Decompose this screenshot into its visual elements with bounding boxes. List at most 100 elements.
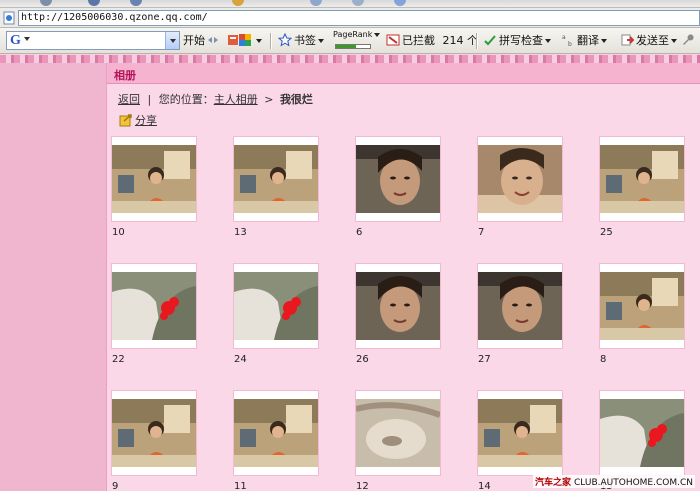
photo-thumbnail[interactable] xyxy=(111,263,197,349)
search-input[interactable]: G xyxy=(6,31,180,50)
popup-blocked-label: 已拦截 xyxy=(402,34,435,47)
spellcheck-icon xyxy=(484,35,496,46)
photo-caption: 24 xyxy=(234,354,247,365)
photo-thumbnail[interactable] xyxy=(233,390,319,476)
photo-thumbnail[interactable] xyxy=(233,136,319,222)
translate-button[interactable]: a b 翻译 xyxy=(561,32,607,50)
photo-thumbnail[interactable] xyxy=(355,263,441,349)
photo-caption: 10 xyxy=(112,227,125,238)
back-link[interactable]: 返回 xyxy=(118,93,140,106)
album-content: 相册 返回 | 您的位置：主人相册 > 我很烂 分享 10 13 6 7 25 22 24 2… xyxy=(106,63,700,491)
photo-caption: 9 xyxy=(112,481,119,491)
toolbar-icon xyxy=(352,0,364,6)
wrench-icon xyxy=(683,34,694,45)
share-icon xyxy=(119,114,132,127)
chevron-down-icon xyxy=(671,39,677,43)
popup-blocker-button[interactable]: 已拦截 214 个 xyxy=(386,32,478,50)
sendto-button[interactable]: 发送至 xyxy=(620,32,677,50)
photo-image xyxy=(234,145,318,213)
start-button[interactable]: 开始 xyxy=(183,32,205,50)
photo-image xyxy=(478,399,562,467)
toolbar-divider xyxy=(270,33,271,49)
toolbar-options-button[interactable] xyxy=(680,32,696,50)
breadcrumb: 返回 | 您的位置：主人相册 > 我很烂 xyxy=(118,91,313,107)
chevron-down-icon xyxy=(24,37,30,41)
photo-caption: 6 xyxy=(356,227,363,238)
photo-thumbnail[interactable] xyxy=(111,136,197,222)
photo-caption: 8 xyxy=(600,354,607,365)
tool-icons xyxy=(206,32,242,50)
popup-blocker-icon xyxy=(386,34,400,46)
photo-thumbnail[interactable] xyxy=(477,263,563,349)
breadcrumb-current: 我很烂 xyxy=(279,93,313,106)
page-left-margin xyxy=(0,55,106,491)
photo-image xyxy=(478,145,562,213)
photo-image xyxy=(600,399,684,467)
photo-image xyxy=(112,272,196,340)
toolbar-icon xyxy=(232,0,244,6)
toolbar-icon xyxy=(310,0,322,6)
watermark: 汽车之家 CLUB.AUTOHOME.COM.CN xyxy=(533,475,695,488)
photo-thumbnail[interactable] xyxy=(111,390,197,476)
pagerank-bar xyxy=(335,44,371,49)
photo-image xyxy=(600,145,684,213)
translate-label: 翻译 xyxy=(577,34,599,47)
popup-blocked-count: 214 个 xyxy=(442,34,479,47)
photo-image xyxy=(234,272,318,340)
apps-menu-button[interactable] xyxy=(238,32,262,50)
photo-caption: 12 xyxy=(356,481,369,491)
photo-image xyxy=(112,399,196,467)
photo-caption: 7 xyxy=(478,227,485,238)
photo-thumbnail[interactable] xyxy=(477,136,563,222)
photo-caption: 22 xyxy=(112,354,125,365)
breadcrumb-separator: | xyxy=(147,93,152,106)
page-decor-strip xyxy=(0,55,700,63)
photo-image xyxy=(600,272,684,340)
toolbar-icon xyxy=(40,0,52,6)
photo-image xyxy=(478,272,562,340)
star-icon xyxy=(278,33,292,47)
sendto-label: 发送至 xyxy=(636,34,669,47)
breadcrumb-arrow: > xyxy=(264,93,274,106)
breadcrumb-root-link[interactable]: 主人相册 xyxy=(214,93,258,106)
toolbar-divider xyxy=(476,33,477,49)
toolbar-icon xyxy=(130,0,142,6)
pagerank-label: PageRank xyxy=(333,30,373,39)
bookmarks-label: 书签 xyxy=(294,34,316,47)
svg-text:a: a xyxy=(562,34,566,41)
photo-caption: 11 xyxy=(234,481,247,491)
share-label: 分享 xyxy=(135,114,157,127)
photo-image xyxy=(356,399,440,467)
share-button[interactable]: 分享 xyxy=(119,112,157,128)
page-icon xyxy=(3,11,15,25)
photo-image xyxy=(112,145,196,213)
bookmarks-button[interactable]: 书签 xyxy=(278,32,324,50)
chevron-down-icon xyxy=(601,39,607,43)
photo-thumbnail[interactable] xyxy=(477,390,563,476)
location-label: 您的位置： xyxy=(158,93,214,106)
photo-image xyxy=(356,145,440,213)
url-input[interactable]: http://1205006030.qzone.qq.com/ xyxy=(18,10,700,26)
photo-thumbnail[interactable] xyxy=(599,263,685,349)
spellcheck-button[interactable]: 拼写检查 xyxy=(483,32,551,50)
google-logo-icon[interactable]: G xyxy=(10,33,21,49)
pagerank-fill xyxy=(336,45,357,48)
svg-text:b: b xyxy=(568,41,572,47)
photo-thumbnail[interactable] xyxy=(233,263,319,349)
toolbar-icon xyxy=(394,0,406,6)
chevron-down-icon xyxy=(374,32,381,37)
watermark-en: CLUB.AUTOHOME.COM.CN xyxy=(574,478,693,488)
photo-image xyxy=(356,272,440,340)
search-dropdown-button[interactable] xyxy=(165,32,179,49)
photo-thumbnail[interactable] xyxy=(599,136,685,222)
photo-caption: 14 xyxy=(478,481,491,491)
photo-thumbnail[interactable] xyxy=(599,390,685,476)
photo-image xyxy=(234,399,318,467)
photo-thumbnail[interactable] xyxy=(355,390,441,476)
chevron-down-icon xyxy=(545,39,551,43)
chevron-down-icon xyxy=(318,39,324,43)
arrows-icon[interactable] xyxy=(206,33,220,47)
translate-icon: ab xyxy=(562,34,572,47)
photo-caption: 26 xyxy=(356,354,369,365)
photo-thumbnail[interactable] xyxy=(355,136,441,222)
